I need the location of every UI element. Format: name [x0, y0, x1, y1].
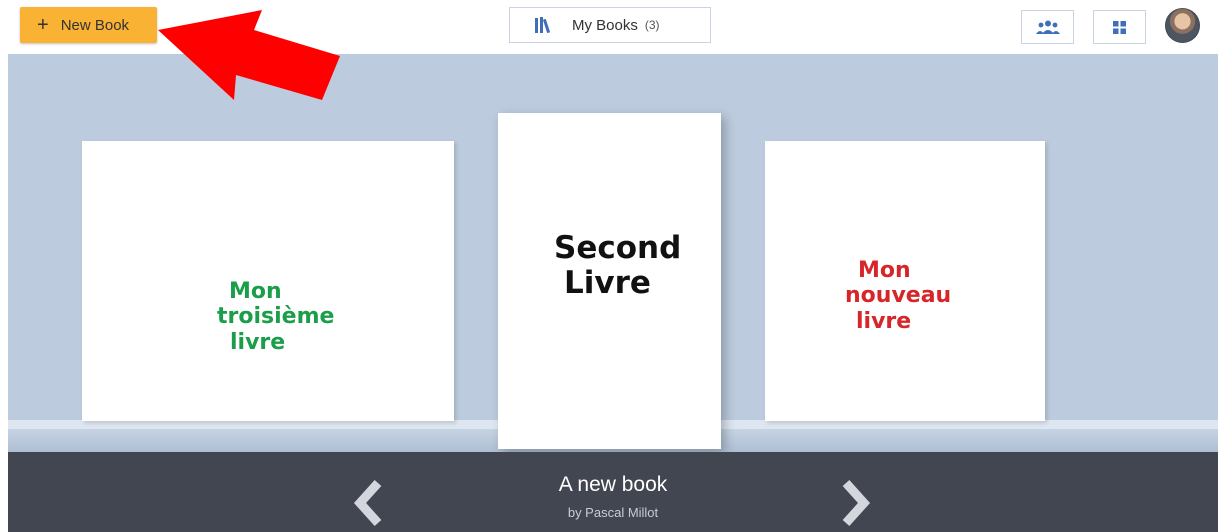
book-cover-mon-troisieme-livre[interactable]: Mon troisième livre	[82, 141, 454, 421]
book-title-line: livre	[856, 308, 912, 334]
book-title-line: troisième	[217, 304, 335, 330]
book-title: Mon nouveau livre	[845, 258, 951, 334]
book-title-line: Second	[554, 230, 682, 266]
books-icon	[535, 17, 551, 33]
users-button[interactable]	[1021, 10, 1074, 44]
book-title-line: Mon	[858, 258, 911, 283]
annotation-arrow-icon	[158, 10, 340, 100]
plus-icon: +	[37, 14, 49, 36]
book-cover-second-livre[interactable]: Second Livre	[498, 113, 721, 449]
selected-book-title: A new book	[558, 473, 668, 496]
book-title-line: Mon	[229, 279, 282, 304]
book-info-bar: A new book by Pascal Millot	[8, 452, 1218, 532]
my-books-button[interactable]: My Books (3)	[509, 7, 711, 43]
my-books-count: (3)	[644, 18, 660, 32]
grid-view-button[interactable]	[1093, 10, 1146, 44]
book-cover-mon-nouveau-livre[interactable]: Mon nouveau livre	[765, 141, 1045, 421]
my-books-label: My Books	[572, 16, 638, 34]
next-arrow-icon[interactable]	[836, 478, 876, 528]
avatar[interactable]	[1165, 8, 1200, 43]
new-book-label: New Book	[60, 16, 130, 34]
users-icon	[1035, 20, 1060, 34]
grid-icon	[1113, 20, 1126, 34]
book-title-line: Livre	[564, 264, 651, 301]
book-title-line: livre	[230, 329, 286, 355]
selected-book-author: by Pascal Millot	[567, 505, 659, 520]
book-title: Mon troisième livre	[217, 279, 334, 355]
book-title-line: nouveau	[845, 283, 952, 309]
new-book-button[interactable]: + New Book	[20, 7, 157, 43]
book-title: Second Livre	[554, 231, 681, 300]
